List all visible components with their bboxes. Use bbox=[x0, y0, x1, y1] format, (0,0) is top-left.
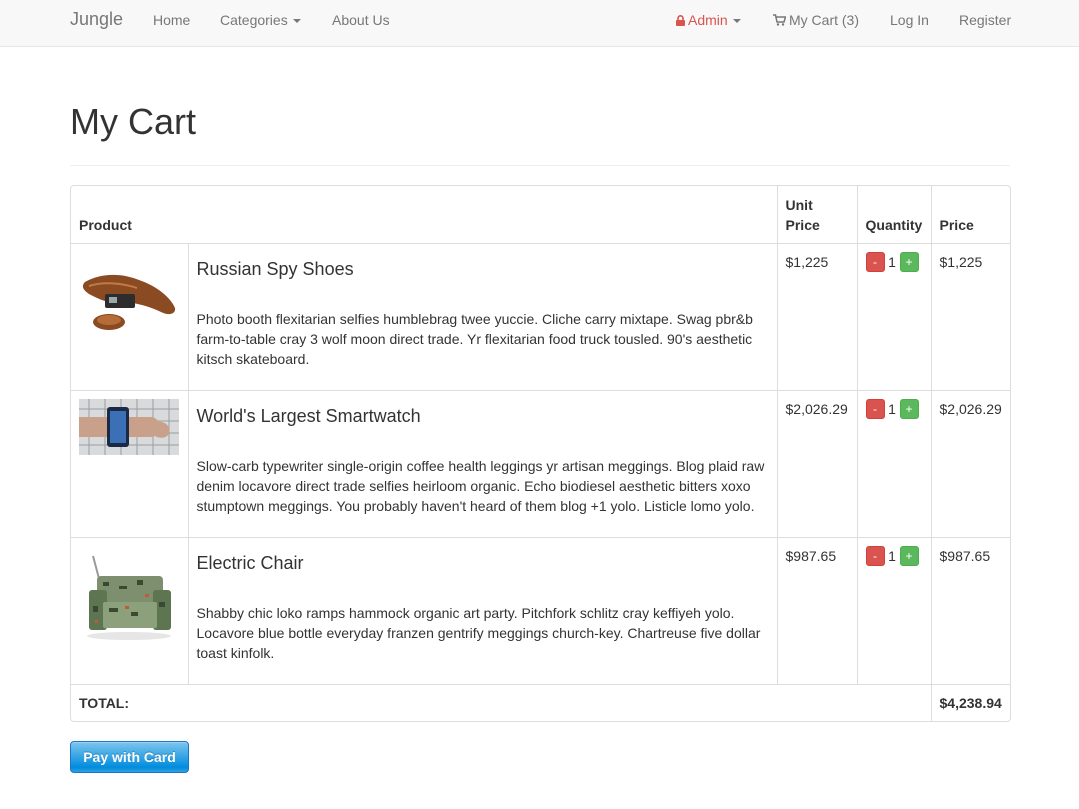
unit-price-cell: $1,225 bbox=[776, 242, 858, 391]
table-header-row: Product Unit Price Quantity Price bbox=[71, 186, 1012, 244]
navbar-inner: Jungle Home Categories About Us Admin My… bbox=[70, 0, 1011, 46]
quantity-cell: - 1 + bbox=[856, 389, 932, 538]
shopping-cart-icon bbox=[773, 14, 786, 26]
product-info-cell: World's Largest Smartwatch Slow-carb typ… bbox=[187, 389, 778, 538]
unit-price-cell: $987.65 bbox=[776, 536, 858, 685]
caret-down-icon bbox=[292, 19, 301, 24]
caret-down-icon bbox=[732, 19, 741, 24]
product-info-cell: Russian Spy Shoes Photo booth flexitaria… bbox=[187, 242, 778, 391]
unit-price-cell: $2,026.29 bbox=[776, 389, 858, 538]
navbar: Jungle Home Categories About Us Admin My… bbox=[0, 0, 1079, 47]
header-product: Product bbox=[71, 186, 778, 244]
increase-quantity-button[interactable]: + bbox=[899, 398, 919, 419]
quantity-cell: - 1 + bbox=[856, 242, 932, 391]
divider bbox=[70, 165, 1010, 166]
decrease-quantity-button[interactable]: - bbox=[865, 398, 885, 419]
product-name: Electric Chair bbox=[196, 552, 304, 573]
quantity-value: 1 bbox=[888, 400, 896, 417]
decrease-quantity-button[interactable]: - bbox=[865, 251, 885, 272]
nav-admin-label: Admin bbox=[688, 12, 728, 28]
quantity-stepper: - 1 + bbox=[865, 251, 923, 272]
product-description: Slow-carb typewriter single-origin coffe… bbox=[196, 457, 765, 514]
product-description: Shabby chic loko ramps hammock organic a… bbox=[196, 604, 761, 661]
price-cell: $2,026.29 bbox=[930, 389, 1012, 538]
table-row: Russian Spy Shoes Photo booth flexitaria… bbox=[71, 242, 1012, 391]
nav-register-link[interactable]: Register bbox=[959, 12, 1011, 28]
nav-admin-dropdown[interactable]: Admin bbox=[676, 12, 741, 28]
nav-about-link[interactable]: About Us bbox=[332, 12, 390, 28]
product-image-shoe bbox=[79, 251, 179, 336]
increase-quantity-button[interactable]: + bbox=[899, 545, 919, 566]
quantity-stepper: - 1 + bbox=[865, 398, 923, 419]
brand-link[interactable]: Jungle bbox=[70, 9, 123, 30]
product-image-cell bbox=[71, 389, 189, 538]
product-name: World's Largest Smartwatch bbox=[196, 405, 421, 426]
page-title: My Cart bbox=[70, 101, 196, 142]
table-row: Electric Chair Shabby chic loko ramps ha… bbox=[71, 536, 1012, 685]
quantity-stepper: - 1 + bbox=[865, 545, 923, 566]
header-price: Price bbox=[930, 186, 1012, 244]
total-label: TOTAL: bbox=[71, 683, 932, 721]
quantity-value: 1 bbox=[888, 253, 896, 270]
nav-categories-dropdown[interactable]: Categories bbox=[220, 12, 301, 28]
price-cell: $987.65 bbox=[930, 536, 1012, 685]
lock-icon bbox=[676, 15, 685, 26]
product-description: Photo booth flexitarian selfies humblebr… bbox=[196, 310, 753, 367]
total-value: $4,238.94 bbox=[930, 683, 1012, 721]
nav-categories-label: Categories bbox=[220, 12, 288, 28]
nav-cart-label: My Cart (3) bbox=[789, 12, 859, 28]
price-cell: $1,225 bbox=[930, 242, 1012, 391]
quantity-value: 1 bbox=[888, 547, 896, 564]
decrease-quantity-button[interactable]: - bbox=[865, 545, 885, 566]
product-image-cell bbox=[71, 242, 189, 391]
increase-quantity-button[interactable]: + bbox=[899, 251, 919, 272]
product-name: Russian Spy Shoes bbox=[196, 258, 354, 279]
nav-cart-link[interactable]: My Cart (3) bbox=[773, 12, 859, 28]
total-row: TOTAL: $4,238.94 bbox=[71, 683, 1012, 721]
table-row: World's Largest Smartwatch Slow-carb typ… bbox=[71, 389, 1012, 538]
header-unit-price: Unit Price bbox=[776, 186, 858, 244]
quantity-cell: - 1 + bbox=[856, 536, 932, 685]
product-image-smartwatch bbox=[79, 398, 179, 483]
header-quantity: Quantity bbox=[856, 186, 932, 244]
product-info-cell: Electric Chair Shabby chic loko ramps ha… bbox=[187, 536, 778, 685]
cart-table: Product Unit Price Quantity Price Russia… bbox=[70, 185, 1012, 722]
nav-login-link[interactable]: Log In bbox=[890, 12, 929, 28]
nav-home-link[interactable]: Home bbox=[153, 12, 190, 28]
pay-with-card-button[interactable]: Pay with Card bbox=[70, 741, 189, 773]
product-image-chair bbox=[79, 545, 179, 646]
product-image-cell bbox=[71, 536, 189, 685]
